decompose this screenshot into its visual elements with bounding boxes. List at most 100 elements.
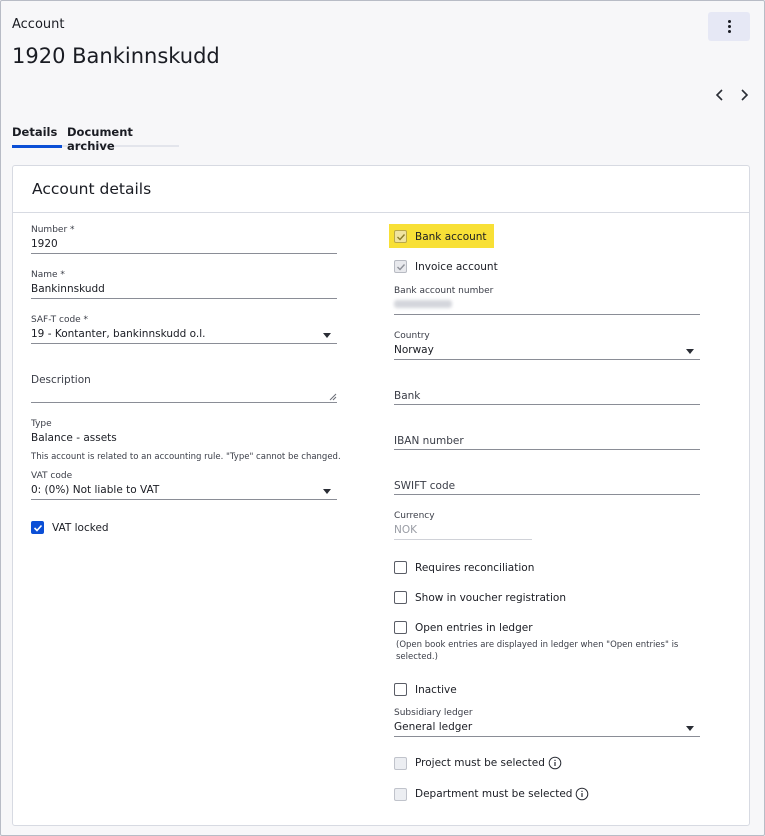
- checkmark-icon: [396, 263, 405, 271]
- subsidiary-ledger-underline: [394, 736, 700, 737]
- currency-label: Currency: [394, 511, 435, 521]
- checkmark-icon: [33, 524, 42, 532]
- info-icon[interactable]: [575, 787, 589, 801]
- number-value: 1920: [31, 238, 58, 250]
- checkmark-icon: [396, 233, 405, 241]
- bank-account-number-label: Bank account number: [394, 286, 494, 296]
- country-label: Country: [394, 331, 430, 341]
- subsidiary-ledger-label: Subsidiary ledger: [394, 708, 473, 718]
- currency-underline: [394, 539, 532, 540]
- page-title: 1920 Bankinnskudd: [12, 44, 220, 68]
- show-in-voucher-box[interactable]: [394, 591, 407, 604]
- currency-field: Currency NOK: [394, 511, 532, 540]
- redacted-account-number: [394, 300, 452, 308]
- card-divider: [13, 212, 749, 213]
- requires-reconciliation-box[interactable]: [394, 561, 407, 574]
- open-entries-box[interactable]: [394, 621, 407, 634]
- iban-placeholder: IBAN number: [394, 435, 464, 447]
- requires-reconciliation-checkbox[interactable]: Requires reconciliation: [394, 561, 534, 574]
- saft-underline: [31, 343, 337, 344]
- department-required-label: Department must be selected: [415, 788, 573, 800]
- currency-value: NOK: [394, 524, 418, 536]
- project-required-label: Project must be selected: [415, 757, 545, 769]
- description-placeholder: Description: [31, 374, 91, 386]
- country-underline: [394, 359, 700, 360]
- swift-input[interactable]: SWIFT code: [394, 480, 700, 495]
- vat-code-select[interactable]: VAT code 0: (0%) Not liable to VAT: [31, 471, 337, 500]
- subsidiary-ledger-select[interactable]: Subsidiary ledger General ledger: [394, 708, 700, 737]
- inactive-label: Inactive: [415, 683, 457, 696]
- saft-value: 19 - Kontanter, bankinnskudd o.l.: [31, 328, 206, 340]
- vat-code-label: VAT code: [31, 471, 73, 481]
- country-select[interactable]: Country Norway: [394, 331, 700, 360]
- type-note: This account is related to an accounting…: [31, 452, 341, 462]
- bank-input[interactable]: Bank: [394, 390, 700, 405]
- tab-document-archive[interactable]: Document archive: [67, 125, 179, 153]
- inactive-box[interactable]: [394, 683, 407, 696]
- number-underline: [31, 253, 337, 254]
- account-page: Account 1920 Bankinnskudd Details Docume…: [0, 0, 765, 836]
- swift-placeholder: SWIFT code: [394, 480, 456, 492]
- type-label: Type: [31, 419, 52, 429]
- vat-locked-checkbox[interactable]: VAT locked: [31, 521, 109, 534]
- invoice-account-box[interactable]: [394, 260, 407, 273]
- chevron-right-icon[interactable]: [736, 87, 752, 103]
- name-field[interactable]: Name * Bankinnskudd: [31, 270, 337, 299]
- saft-code-select[interactable]: SAF-T code * 19 - Kontanter, bankinnskud…: [31, 315, 337, 344]
- resize-handle-icon[interactable]: [329, 393, 337, 401]
- more-vertical-icon-dot: [727, 30, 731, 33]
- invoice-account-label: Invoice account: [415, 260, 498, 273]
- department-required-checkbox[interactable]: Department must be selected: [394, 787, 589, 801]
- bank-account-number-field[interactable]: Bank account number: [394, 286, 700, 315]
- project-required-checkbox[interactable]: Project must be selected: [394, 756, 562, 770]
- open-entries-checkbox[interactable]: Open entries in ledger: [394, 621, 533, 634]
- name-label: Name *: [31, 270, 65, 280]
- chevron-left-icon[interactable]: [712, 87, 728, 103]
- bank-account-checkbox[interactable]: Bank account: [394, 230, 487, 243]
- tab-details[interactable]: Details: [12, 125, 57, 139]
- iban-input[interactable]: IBAN number: [394, 435, 700, 450]
- vat-locked-label: VAT locked: [52, 521, 109, 534]
- department-required-box[interactable]: [394, 787, 407, 801]
- show-in-voucher-checkbox[interactable]: Show in voucher registration: [394, 591, 566, 604]
- caret-down-icon: [686, 726, 694, 731]
- caret-down-icon: [323, 333, 331, 338]
- number-field[interactable]: Number * 1920: [31, 225, 337, 254]
- description-textarea[interactable]: Description: [31, 374, 337, 404]
- bank-account-box[interactable]: [394, 230, 407, 243]
- show-in-voucher-label: Show in voucher registration: [415, 591, 566, 604]
- bank-account-label: Bank account: [415, 230, 487, 243]
- type-field: Type Balance - assets: [31, 419, 337, 444]
- country-value: Norway: [394, 344, 434, 356]
- name-value: Bankinnskudd: [31, 283, 105, 295]
- invoice-account-checkbox[interactable]: Invoice account: [394, 260, 498, 273]
- active-tab-indicator: [12, 145, 62, 148]
- more-vertical-icon-dot: [727, 25, 731, 28]
- bank-account-number-underline: [394, 314, 700, 315]
- bank-placeholder: Bank: [394, 390, 421, 402]
- caret-down-icon: [323, 489, 331, 494]
- number-label: Number *: [31, 225, 75, 235]
- name-underline: [31, 298, 337, 299]
- tab-bar: Details Document archive: [12, 119, 179, 153]
- vat-code-underline: [31, 499, 337, 500]
- saft-label: SAF-T code *: [31, 315, 89, 325]
- open-entries-label: Open entries in ledger: [415, 621, 533, 634]
- bank-underline: [394, 404, 700, 405]
- project-required-box[interactable]: [394, 756, 407, 770]
- inactive-checkbox[interactable]: Inactive: [394, 683, 457, 696]
- vat-code-value: 0: (0%) Not liable to VAT: [31, 484, 160, 496]
- breadcrumb[interactable]: Account: [12, 17, 65, 32]
- requires-reconciliation-label: Requires reconciliation: [415, 561, 535, 574]
- open-entries-note: (Open book entries are displayed in ledg…: [396, 640, 679, 662]
- info-icon[interactable]: [548, 756, 562, 770]
- card-title: Account details: [32, 180, 152, 198]
- type-value: Balance - assets: [31, 432, 117, 444]
- more-vertical-icon: [727, 20, 731, 23]
- more-options-button[interactable]: [708, 12, 750, 41]
- caret-down-icon: [686, 349, 694, 354]
- vat-locked-box[interactable]: [31, 521, 44, 534]
- swift-underline: [394, 494, 700, 495]
- iban-underline: [394, 449, 700, 450]
- description-underline: [31, 402, 337, 403]
